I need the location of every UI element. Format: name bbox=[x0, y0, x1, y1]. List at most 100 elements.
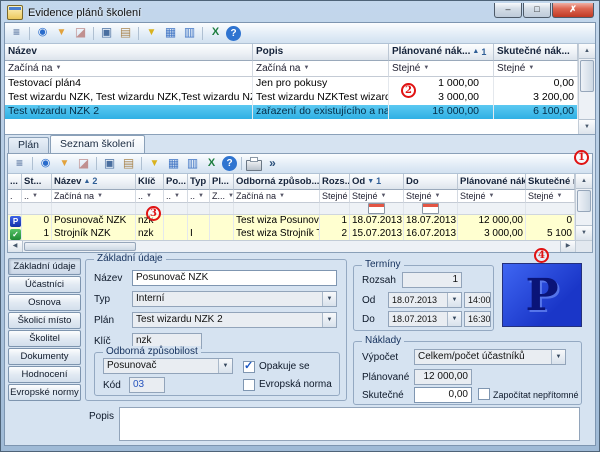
printer-icon[interactable] bbox=[246, 160, 262, 171]
calendar-icon[interactable] bbox=[422, 203, 439, 214]
calendar-icon[interactable] bbox=[368, 203, 385, 214]
column-header-planovane-naklady[interactable]: Plánované nák... bbox=[458, 174, 526, 190]
do-date-field[interactable]: 18.07.2013▼ bbox=[388, 311, 462, 327]
filter-planovane[interactable]: Stejné▼ bbox=[389, 61, 494, 77]
filter-cell[interactable]: ..▼ bbox=[164, 190, 188, 203]
table-icon[interactable]: ▦ bbox=[162, 25, 179, 41]
column-header-rozsah[interactable]: Rozs... bbox=[320, 174, 350, 190]
filter-cell[interactable]: Začíná na▼ bbox=[234, 190, 320, 203]
scroll-down-icon[interactable]: ▼ bbox=[579, 119, 595, 134]
more-icon[interactable]: » bbox=[264, 156, 281, 172]
scroll-left-icon[interactable]: ◀ bbox=[8, 241, 23, 252]
do-time-field[interactable]: 16:30 bbox=[464, 311, 491, 327]
filter-skutecne[interactable]: Stejné▼ bbox=[494, 61, 578, 77]
planovane-field[interactable]: 12 000,00 bbox=[414, 369, 472, 385]
filter-icon[interactable]: ▼ bbox=[143, 25, 160, 41]
filter-icon[interactable]: ▼ bbox=[146, 156, 163, 172]
column-header-nazev[interactable]: Název▲2 bbox=[52, 174, 136, 190]
trainings-grid-horizontal-scrollbar[interactable]: ◀ ▶ bbox=[8, 240, 575, 252]
sidebar-item-ucastnici[interactable]: Účastníci bbox=[8, 276, 81, 293]
column-header-do[interactable]: Do bbox=[404, 174, 458, 190]
filter-cell[interactable]: Z...▼ bbox=[210, 190, 234, 203]
column-header-nazev[interactable]: Název bbox=[5, 44, 253, 61]
odborna-zpusobilost-combo[interactable]: Posunovač▼ bbox=[103, 358, 233, 374]
sidebar-item-skolici-misto[interactable]: Školicí místo bbox=[8, 312, 81, 329]
kod-field[interactable]: 03 bbox=[129, 377, 165, 393]
close-button[interactable]: ✗ bbox=[552, 3, 594, 18]
menu-icon[interactable]: ≡ bbox=[11, 156, 28, 172]
scroll-down-icon[interactable]: ▼ bbox=[576, 225, 592, 240]
scroll-up-icon[interactable]: ▲ bbox=[576, 174, 592, 189]
sidebar-item-evropske-normy[interactable]: Evropské normy bbox=[8, 384, 81, 401]
column-header-planovane-naklady[interactable]: Plánované nák...▲1 bbox=[389, 44, 494, 61]
plan-row[interactable]: Test wizardu NZK, Test wizardu NZK,Test … bbox=[5, 91, 595, 105]
training-row[interactable]: P 0 Posunovač NZK nzk Test wiza Posunova… bbox=[8, 215, 592, 228]
column-header-popis[interactable]: Popis bbox=[253, 44, 389, 61]
filter-cell[interactable]: Začíná na▼ bbox=[52, 190, 136, 203]
sidebar-item-hodnoceni[interactable]: Hodnocení bbox=[8, 366, 81, 383]
menu-icon[interactable]: ≡ bbox=[8, 25, 25, 41]
filter-cell[interactable]: Stejné▼ bbox=[458, 190, 526, 203]
od-date-field[interactable]: 18.07.2013▼ bbox=[388, 292, 462, 308]
rozsah-field[interactable]: 1 bbox=[402, 272, 462, 288]
eraser-icon[interactable]: ◪ bbox=[72, 25, 89, 41]
filter-cell[interactable]: Stejné▼ bbox=[350, 190, 404, 203]
filter-cell[interactable]: ..▼ bbox=[188, 190, 210, 203]
plan-row[interactable]: Testovací plán4 Jen pro pokusy 1 000,00 … bbox=[5, 77, 595, 91]
copy-icon[interactable]: ▣ bbox=[98, 25, 115, 41]
od-time-field[interactable]: 14:00 bbox=[464, 292, 491, 308]
opakuje-se-checkbox[interactable] bbox=[243, 361, 255, 373]
column-header-icon[interactable]: ... bbox=[8, 174, 22, 190]
table-icon[interactable]: ▦ bbox=[165, 156, 182, 172]
view-icon[interactable]: ◉ bbox=[34, 25, 51, 41]
view-icon[interactable]: ◉ bbox=[37, 156, 54, 172]
filter-cell[interactable]: Stejné▼ bbox=[526, 190, 575, 203]
paste-icon[interactable]: ▤ bbox=[120, 156, 137, 172]
column-header-po[interactable]: Po... bbox=[164, 174, 188, 190]
scroll-right-icon[interactable]: ▶ bbox=[560, 241, 575, 252]
tab-plan[interactable]: Plán bbox=[8, 137, 49, 153]
scroll-up-icon[interactable]: ▲ bbox=[579, 44, 595, 59]
table-columns-icon[interactable]: ▥ bbox=[181, 25, 198, 41]
trainings-grid-vertical-scrollbar[interactable]: ▲ ▼ bbox=[575, 174, 592, 240]
excel-export-icon[interactable]: X bbox=[203, 156, 220, 172]
popis-textarea[interactable] bbox=[119, 407, 580, 441]
scrollbar-thumb[interactable] bbox=[580, 60, 594, 92]
filter-cell[interactable]: . bbox=[8, 190, 22, 203]
filter-cell[interactable]: ..▼ bbox=[22, 190, 52, 203]
sidebar-item-zakladni-udaje[interactable]: Základní údaje bbox=[8, 258, 81, 275]
copy-icon[interactable]: ▣ bbox=[101, 156, 118, 172]
column-header-stav[interactable]: St... bbox=[22, 174, 52, 190]
column-header-od[interactable]: Od▼1 bbox=[350, 174, 404, 190]
filter-cell[interactable]: Stejné▼ bbox=[404, 190, 458, 203]
column-header-klic[interactable]: Klíč bbox=[136, 174, 164, 190]
column-header-skutecne-naklady[interactable]: Skutečné ná... bbox=[526, 174, 575, 190]
scrollbar-thumb[interactable] bbox=[24, 242, 136, 251]
column-header-typ[interactable]: Typ bbox=[188, 174, 210, 190]
maximize-button[interactable]: □ bbox=[523, 3, 551, 18]
plan-row-selected[interactable]: Test wizardu NZK 2 zařazení do existujíc… bbox=[5, 105, 595, 119]
column-header-od-zpusobilost[interactable]: Odborná způsob... bbox=[234, 174, 320, 190]
filter-popis[interactable]: Začíná na▼ bbox=[253, 61, 389, 77]
sidebar-item-osnova[interactable]: Osnova bbox=[8, 294, 81, 311]
sidebar-item-skolitel[interactable]: Školitel bbox=[8, 330, 81, 347]
filter-cell[interactable]: Stejné▼ bbox=[320, 190, 350, 203]
sidebar-item-dokumenty[interactable]: Dokumenty bbox=[8, 348, 81, 365]
vypocet-combo[interactable]: Celkem/počet účastníků▼ bbox=[414, 349, 566, 365]
column-header-pl[interactable]: Pl... bbox=[210, 174, 234, 190]
filter-nazev[interactable]: Začíná na▼ bbox=[5, 61, 253, 77]
table-columns-icon[interactable]: ▥ bbox=[184, 156, 201, 172]
funnel-icon[interactable]: ▼ bbox=[56, 156, 73, 172]
skutecne-field[interactable]: 0,00 bbox=[414, 387, 472, 403]
help-icon[interactable]: ? bbox=[226, 26, 241, 41]
eraser-icon[interactable]: ◪ bbox=[75, 156, 92, 172]
plans-grid-vertical-scrollbar[interactable]: ▲ ▼ bbox=[578, 44, 595, 134]
zapocitat-nepritomne-checkbox[interactable] bbox=[478, 388, 490, 400]
nazev-field[interactable]: Posunovač NZK bbox=[132, 270, 337, 286]
funnel-icon[interactable]: ▼ bbox=[53, 25, 70, 41]
excel-export-icon[interactable]: X bbox=[207, 25, 224, 41]
plan-combo[interactable]: Test wizardu NZK 2▼ bbox=[132, 312, 337, 328]
tab-seznam-skoleni[interactable]: Seznam školení bbox=[50, 135, 145, 153]
column-header-skutecne-naklady[interactable]: Skutečné nák... bbox=[494, 44, 578, 61]
help-icon[interactable]: ? bbox=[222, 156, 237, 171]
